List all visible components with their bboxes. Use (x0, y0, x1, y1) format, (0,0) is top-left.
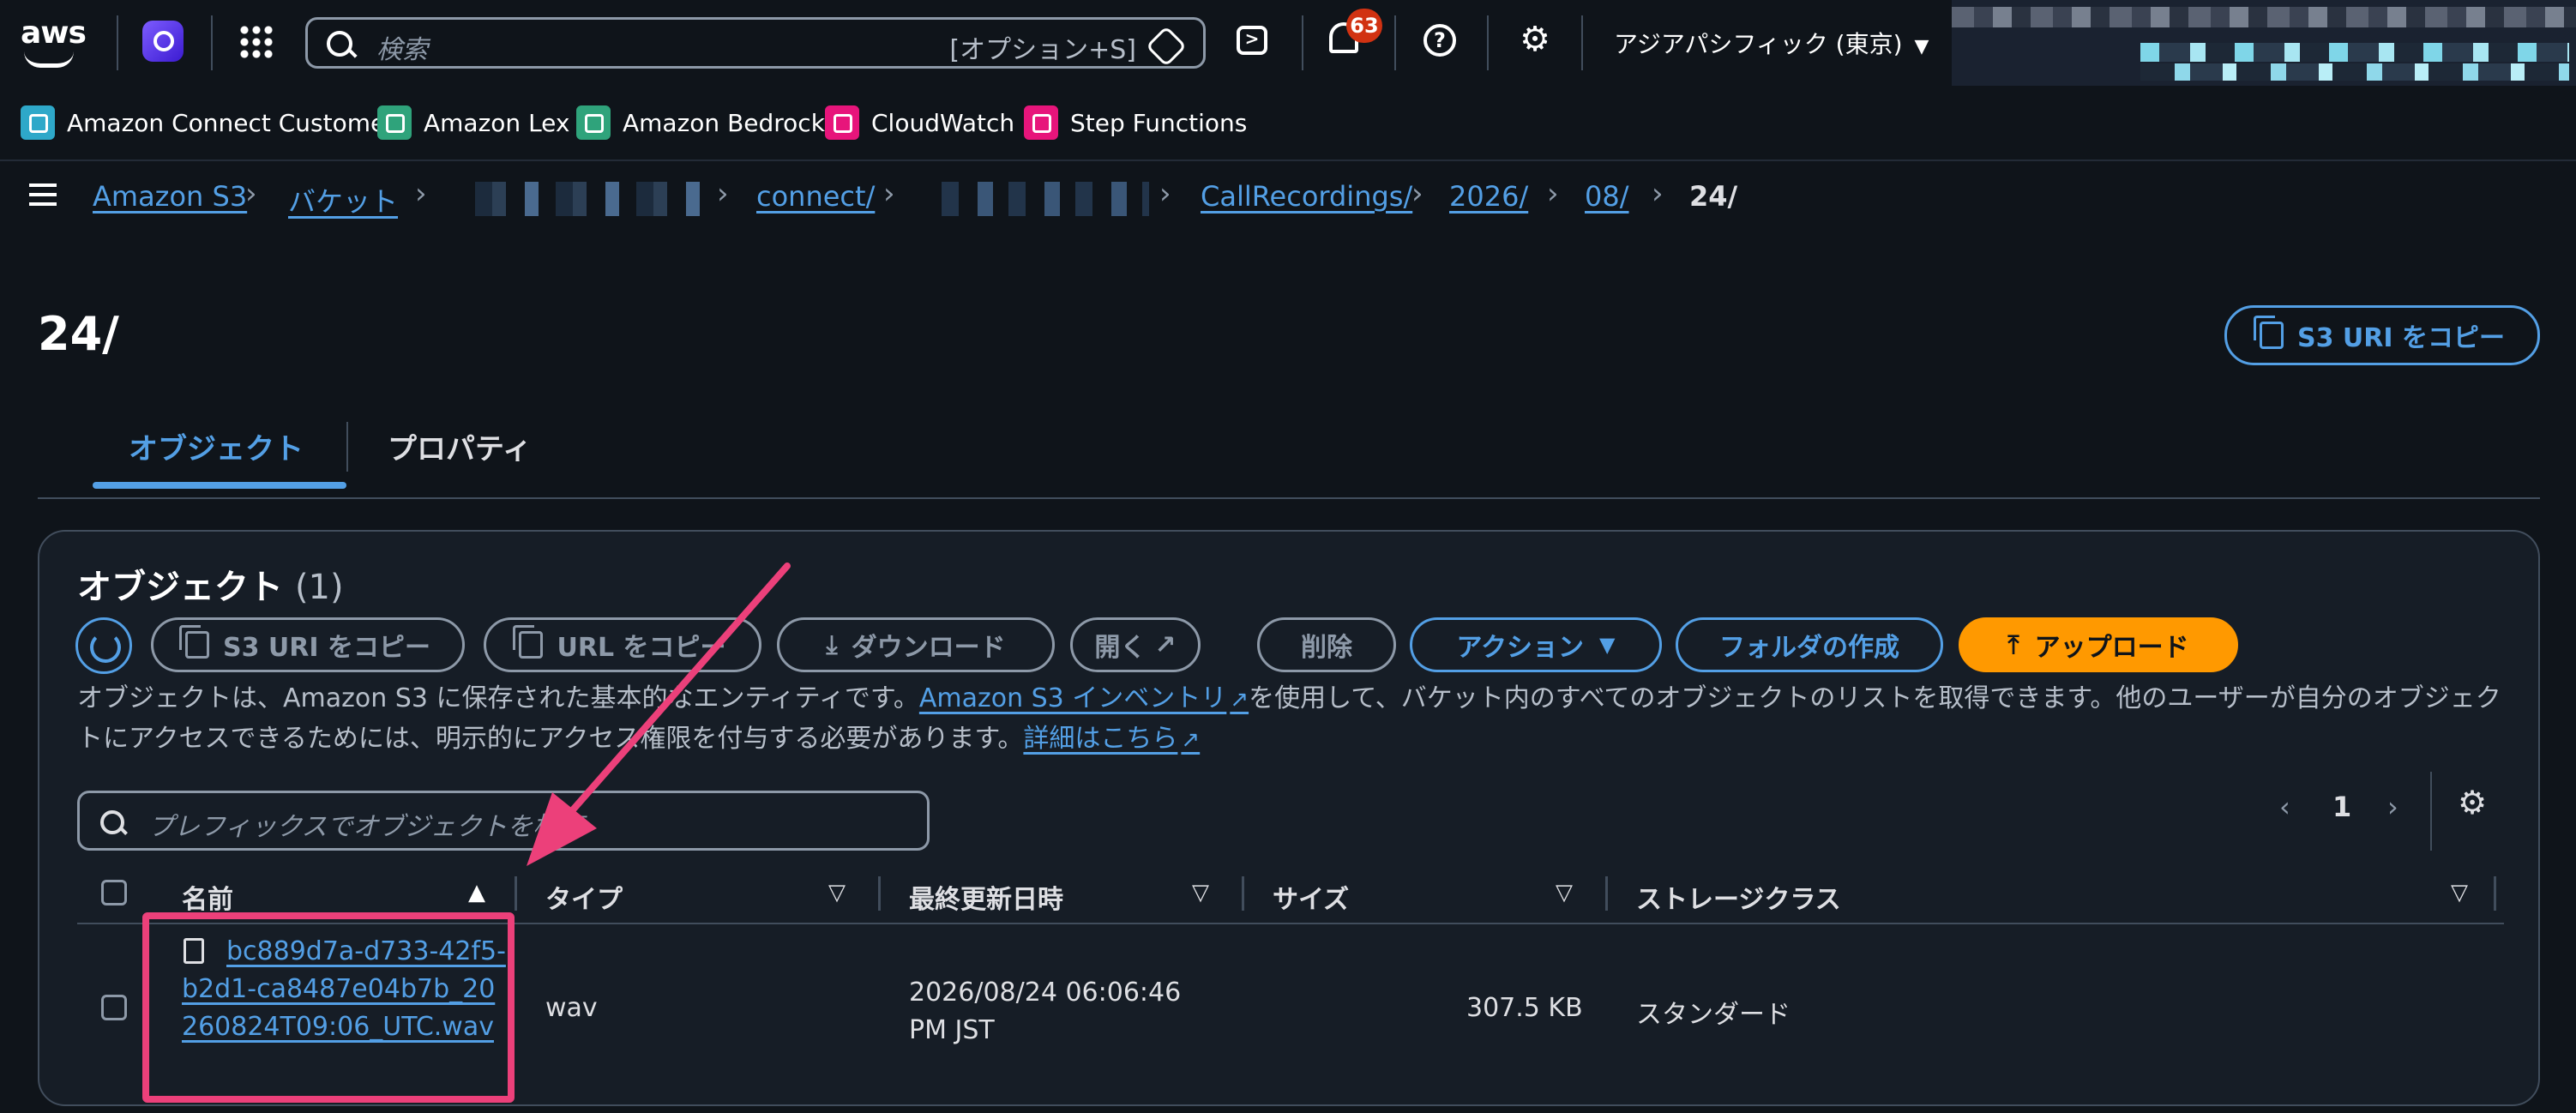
annotation-arrow (527, 563, 791, 866)
